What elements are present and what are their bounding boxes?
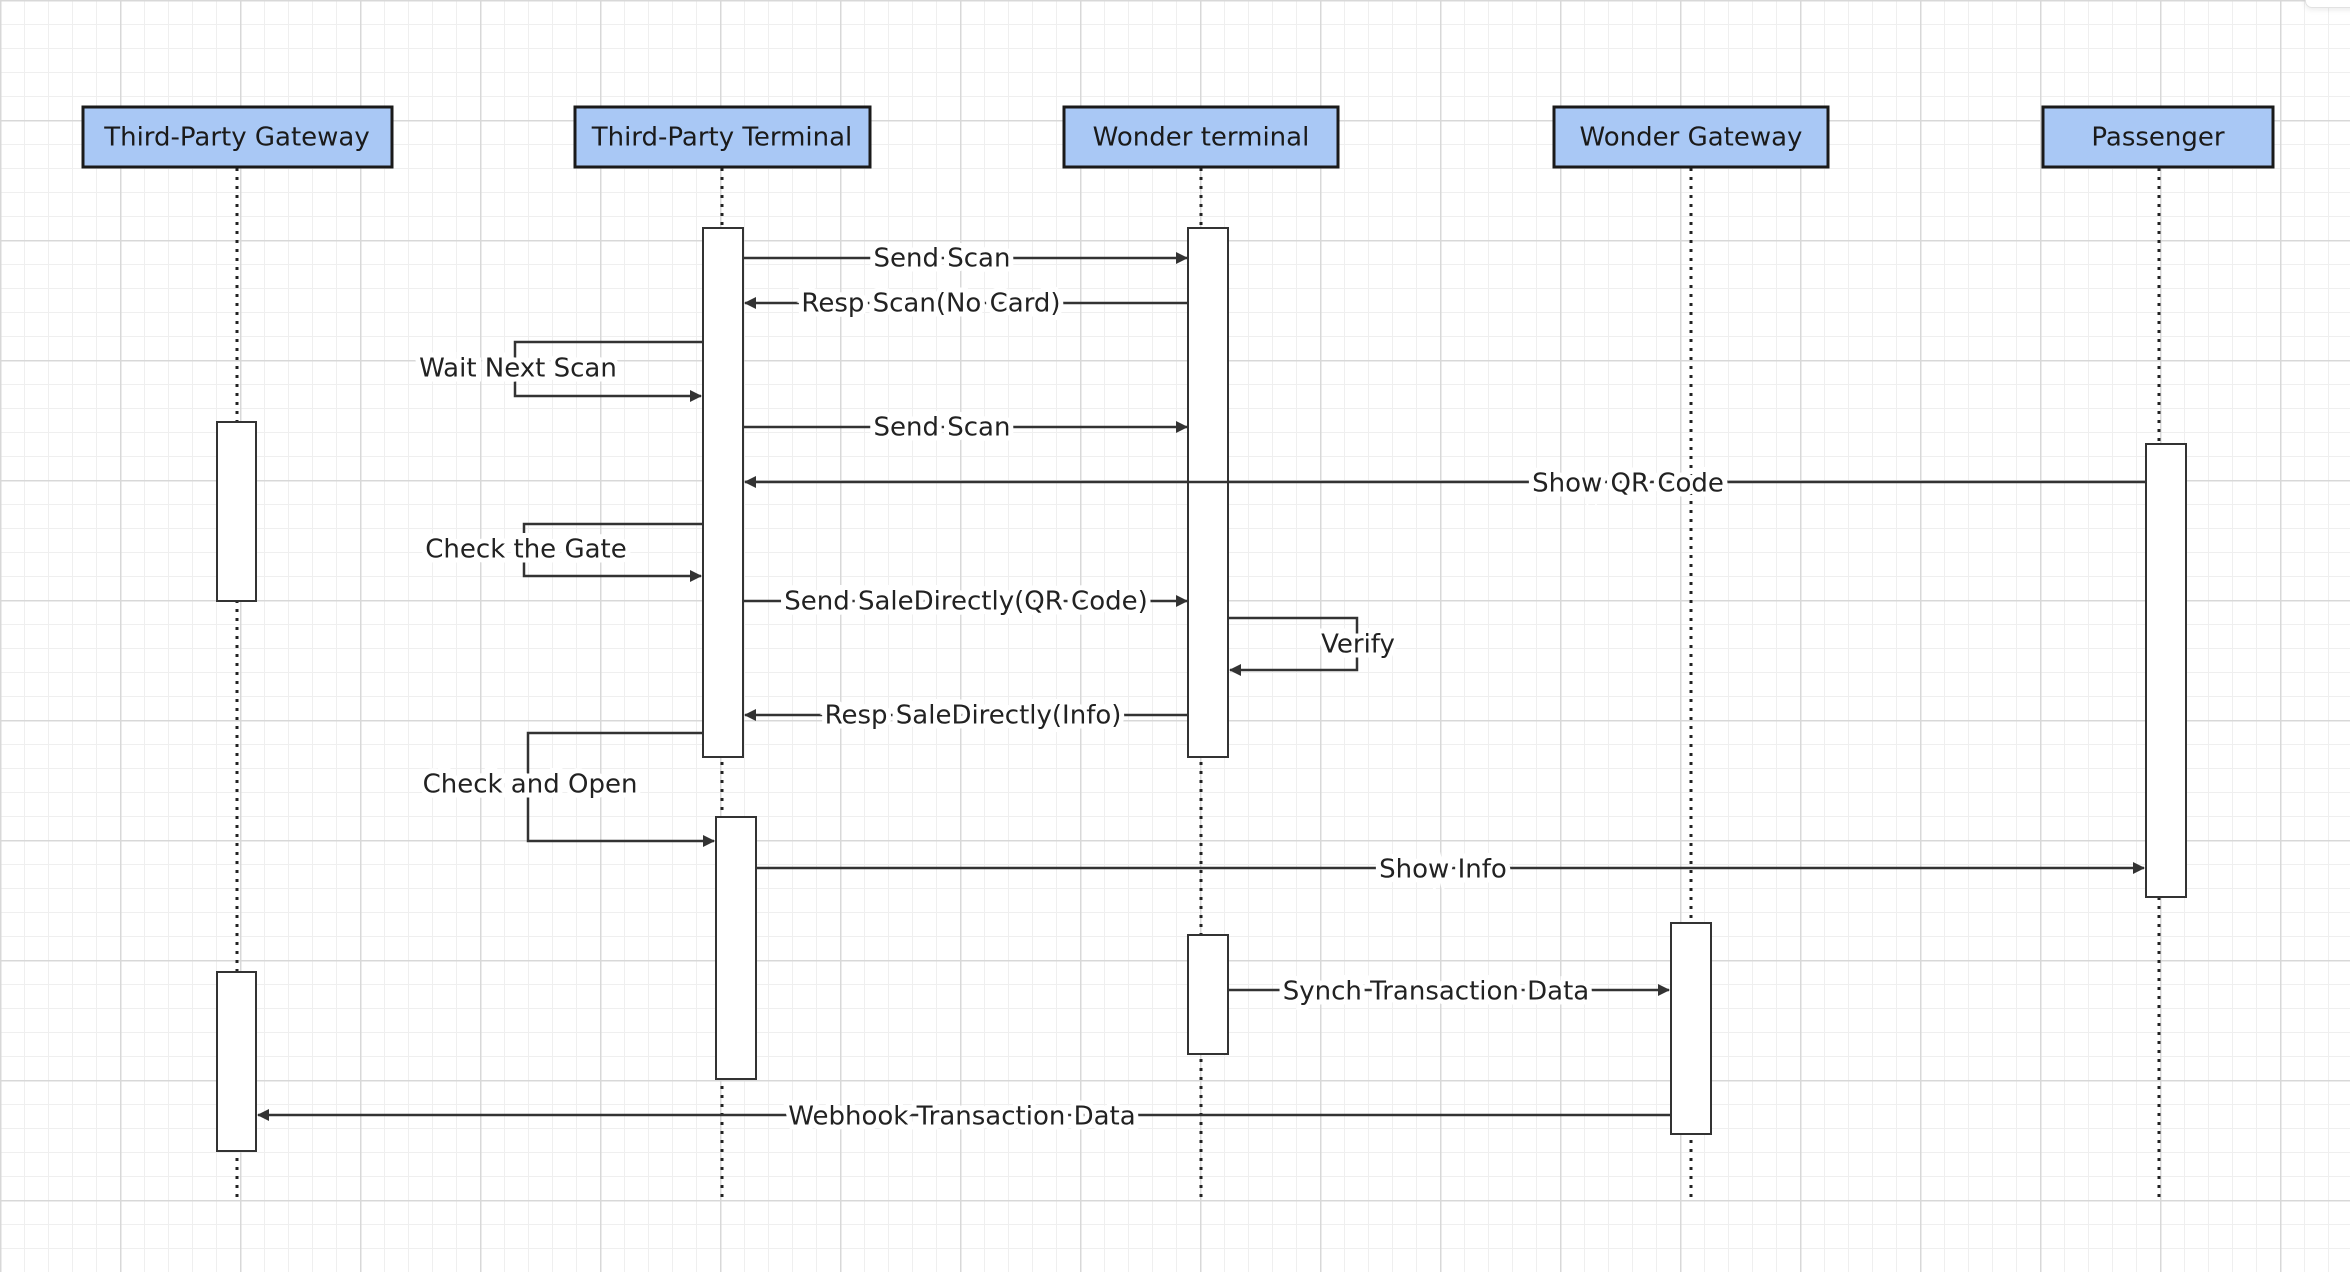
label-show-info: Show Info (1379, 855, 1507, 885)
activation-tpg-2 (216, 971, 257, 1152)
label-send-sale: Send SaleDirectly(QR Code) (784, 587, 1148, 617)
message-labels: Send Scan Resp Scan(No Card) Wait Next S… (414, 239, 1729, 1137)
label-check-gate: Check the Gate (425, 535, 626, 565)
participant-label: Third-Party Gateway (103, 123, 370, 153)
activation-tpt-1 (702, 227, 744, 758)
participant-wonder-gateway[interactable]: Wonder Gateway (1552, 105, 1830, 169)
sequence-diagram: Send Scan Resp Scan(No Card) Wait Next S… (81, 105, 2275, 1200)
participant-label: Wonder Gateway (1580, 123, 1803, 153)
activation-tpt-2 (715, 816, 757, 1080)
label-show-qr: Show QR Code (1532, 469, 1724, 499)
participant-label: Wonder terminal (1093, 123, 1310, 153)
participant-passenger[interactable]: Passenger (2041, 105, 2275, 169)
activation-p-1 (2145, 443, 2187, 898)
label-webhook: Webhook Transaction Data (788, 1102, 1135, 1132)
participant-label: Third-Party Terminal (591, 123, 853, 153)
label-check-open: Check and Open (423, 770, 638, 800)
label-synch: Synch Transaction Data (1283, 977, 1590, 1007)
activation-tpg-1 (216, 421, 257, 602)
participant-third-party-gateway[interactable]: Third-Party Gateway (81, 105, 394, 169)
participant-label: Passenger (2091, 123, 2225, 153)
label-send-scan-1: Send Scan (874, 244, 1011, 274)
label-verify: Verify (1321, 630, 1395, 660)
label-resp-sale: Resp SaleDirectly(Info) (825, 701, 1122, 731)
label-resp-scan: Resp Scan(No Card) (801, 289, 1060, 319)
label-wait-next-scan: Wait Next Scan (419, 354, 617, 384)
activation-wg-1 (1670, 922, 1712, 1135)
activation-wt-1 (1187, 227, 1229, 758)
participants: Third-Party Gateway Third-Party Terminal… (81, 105, 2275, 169)
participant-wonder-terminal[interactable]: Wonder terminal (1062, 105, 1340, 169)
label-send-scan-2: Send Scan (874, 413, 1011, 443)
participant-third-party-terminal[interactable]: Third-Party Terminal (573, 105, 872, 169)
activation-wt-2 (1187, 934, 1229, 1055)
